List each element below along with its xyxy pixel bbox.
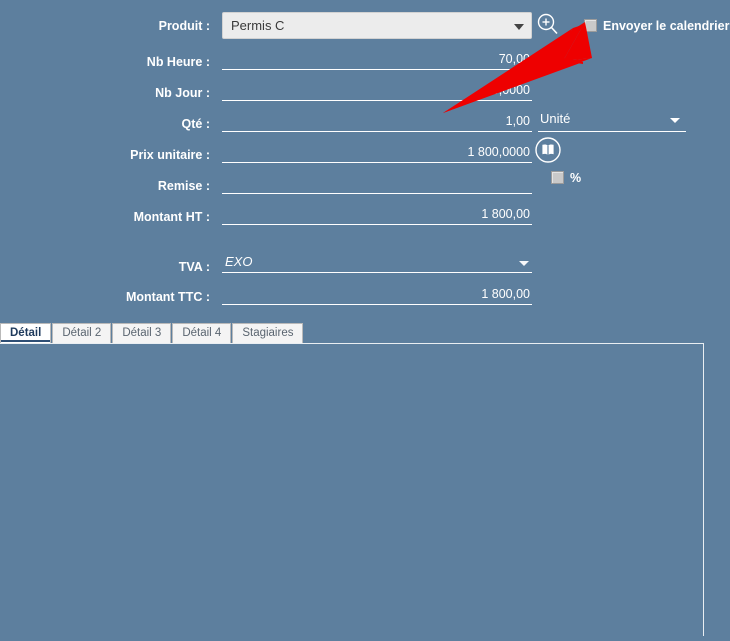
prix-unitaire-label: Prix unitaire : xyxy=(130,148,210,162)
magnifier-plus-icon[interactable] xyxy=(535,12,561,38)
nb-heure-label: Nb Heure : xyxy=(146,55,210,69)
tab-detail-2-label: Détail 2 xyxy=(62,327,102,339)
detail-tabbar: Détail Détail 2 Détail 3 Détail 4 Stagia… xyxy=(0,323,730,343)
tab-stagiaires[interactable]: Stagiaires xyxy=(232,323,304,343)
percent-checkbox[interactable] xyxy=(551,171,564,185)
remise-input[interactable] xyxy=(222,172,532,194)
chevron-down-icon xyxy=(519,261,529,266)
book-icon[interactable] xyxy=(534,136,562,164)
chevron-down-icon xyxy=(670,118,680,123)
product-detail-form: Produit : Permis C Envoyer le calendrier… xyxy=(0,0,730,636)
chevron-down-icon xyxy=(514,24,524,30)
produit-select[interactable]: Permis C xyxy=(222,12,532,39)
tab-detail-label: Détail xyxy=(10,327,42,339)
tab-content-panel xyxy=(0,343,704,636)
unite-select[interactable]: Unité xyxy=(538,110,686,132)
nb-heure-value: 70,00 xyxy=(498,52,530,66)
remise-label: Remise : xyxy=(157,179,210,193)
envoyer-calendrier-checkbox-row[interactable]: Envoyer le calendrier xyxy=(584,18,729,33)
montant-ht-label: Montant HT : xyxy=(133,210,210,224)
tab-detail-4[interactable]: Détail 4 xyxy=(172,323,232,343)
tab-stagiaires-label: Stagiaires xyxy=(242,327,294,339)
tab-detail-3[interactable]: Détail 3 xyxy=(112,323,172,343)
montant-ttc-input[interactable]: 1 800,00 xyxy=(222,283,532,305)
nb-jour-label: Nb Jour : xyxy=(155,86,210,100)
qte-label: Qté : xyxy=(181,117,210,131)
envoyer-calendrier-checkbox[interactable] xyxy=(584,19,597,33)
produit-label: Produit : xyxy=(158,19,210,33)
montant-ht-value: 1 800,00 xyxy=(481,207,530,221)
montant-ttc-value: 1 800,00 xyxy=(481,287,530,301)
percent-label: % xyxy=(570,170,582,185)
tab-detail-4-label: Détail 4 xyxy=(182,327,222,339)
nb-jour-input[interactable]: 10,0000 xyxy=(222,79,532,101)
tva-value: EXO xyxy=(225,254,253,269)
envoyer-calendrier-label: Envoyer le calendrier xyxy=(603,18,730,33)
tab-detail-2[interactable]: Détail 2 xyxy=(52,323,112,343)
unite-select-value: Unité xyxy=(540,111,571,126)
prix-unitaire-value: 1 800,0000 xyxy=(467,145,530,159)
produit-select-value: Permis C xyxy=(231,18,285,33)
tva-label: TVA : xyxy=(178,260,210,274)
nb-heure-input[interactable]: 70,00 xyxy=(222,48,532,70)
qte-value: 1,00 xyxy=(505,114,530,128)
qte-input[interactable]: 1,00 xyxy=(222,110,532,132)
tab-detail[interactable]: Détail xyxy=(0,323,52,343)
nb-jour-value: 10,0000 xyxy=(484,83,530,97)
percent-checkbox-row[interactable]: % xyxy=(551,170,581,185)
tva-select[interactable]: EXO xyxy=(222,251,532,273)
tab-detail-3-label: Détail 3 xyxy=(122,327,162,339)
montant-ttc-label: Montant TTC : xyxy=(125,290,210,304)
montant-ht-input[interactable]: 1 800,00 xyxy=(222,203,532,225)
prix-unitaire-input[interactable]: 1 800,0000 xyxy=(222,141,532,163)
